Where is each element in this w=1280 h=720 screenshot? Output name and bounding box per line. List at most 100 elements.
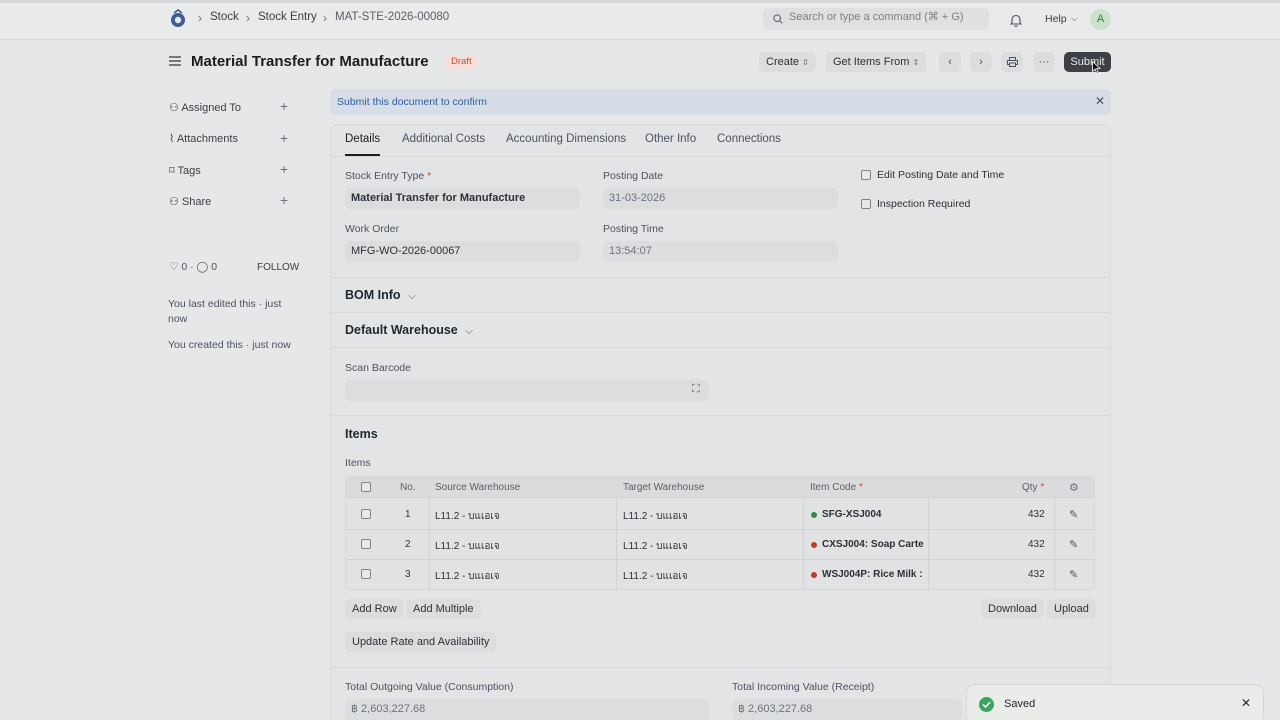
- navbar: [0, 0, 1280, 40]
- status-dot: [811, 572, 817, 578]
- status-badge: Draft: [446, 55, 477, 69]
- header-target-warehouse: Target Warehouse: [623, 482, 705, 493]
- app-logo-icon[interactable]: [168, 9, 188, 29]
- row-qty[interactable]: 432: [1028, 539, 1045, 550]
- row-checkbox[interactable]: [361, 569, 371, 579]
- inspection-required-label: Inspection Required: [877, 198, 971, 210]
- add-share-plus-icon[interactable]: +: [280, 192, 288, 208]
- row-source-warehouse[interactable]: L11.2 - บแเอเจ: [435, 539, 500, 554]
- edit-pencil-icon[interactable]: ✎: [1069, 538, 1078, 551]
- scan-barcode-field[interactable]: [345, 380, 709, 401]
- gear-icon[interactable]: ⚙: [1069, 481, 1079, 494]
- sort-icon: ⇕: [912, 58, 920, 67]
- next-doc-button[interactable]: ›: [970, 52, 992, 72]
- row-item-code[interactable]: WSJ004P: Rice Milk :: [822, 569, 925, 580]
- close-icon[interactable]: ✕: [1241, 696, 1251, 710]
- avatar[interactable]: A: [1090, 9, 1111, 30]
- tab-accounting-dimensions[interactable]: Accounting Dimensions: [506, 133, 626, 145]
- close-icon[interactable]: ✕: [1095, 94, 1105, 108]
- work-order-label: Work Order: [345, 223, 400, 235]
- download-button[interactable]: Download: [981, 599, 1044, 619]
- toast-message: Saved: [1004, 698, 1036, 710]
- sidebar-item-tags[interactable]: ⌑ Tags: [169, 164, 201, 177]
- add-attachment-plus-icon[interactable]: +: [280, 130, 288, 146]
- edit-pencil-icon[interactable]: ✎: [1069, 568, 1078, 581]
- help-menu[interactable]: Help: [1045, 13, 1067, 25]
- row-source-warehouse[interactable]: L11.2 - บแเอเจ: [435, 569, 500, 584]
- stock-entry-type-field[interactable]: Material Transfer for Manufacture: [345, 188, 580, 209]
- page-title: Material Transfer for Manufacture: [191, 53, 429, 70]
- get-items-from-button[interactable]: Get Items From ⇕: [826, 52, 927, 72]
- sidebar-item-share[interactable]: ⚇ Share: [169, 195, 211, 208]
- chevron-down-icon: ⌵: [408, 291, 416, 302]
- sidebar-item-assigned-to[interactable]: ⚇ Assigned To: [169, 101, 241, 114]
- comment-icon[interactable]: ◯: [197, 261, 209, 273]
- heart-icon[interactable]: ♡: [169, 261, 178, 273]
- breadcrumb-stock[interactable]: Stock: [210, 11, 239, 23]
- header-item-code: Item Code *: [810, 482, 863, 493]
- follow-button[interactable]: FOLLOW: [257, 262, 299, 273]
- hamburger-menu-icon[interactable]: [169, 55, 181, 70]
- row-item-code[interactable]: SFG-XSJ004: [822, 509, 881, 520]
- upload-button[interactable]: Upload: [1047, 599, 1096, 619]
- row-no: 3: [405, 569, 411, 580]
- search-bar[interactable]: [763, 8, 989, 30]
- create-button[interactable]: Create ⇕: [759, 52, 816, 72]
- select-all-checkbox[interactable]: [361, 482, 371, 492]
- row-qty[interactable]: 432: [1028, 509, 1045, 520]
- notification-bell-icon[interactable]: [1009, 14, 1023, 30]
- breadcrumb-document[interactable]: MAT-STE-2026-00080: [335, 11, 449, 23]
- section-divider: [331, 347, 1110, 348]
- sidebar-item-label: Tags: [177, 165, 201, 177]
- default-warehouse-section[interactable]: Default Warehouse ⌵: [345, 323, 473, 337]
- total-incoming-label: Total Incoming Value (Receipt): [732, 681, 875, 693]
- created-text: You created this · just now: [168, 339, 291, 351]
- posting-date-field[interactable]: 31-03-2026: [603, 188, 838, 209]
- posting-time-field[interactable]: 13:54:07: [603, 241, 838, 262]
- tab-details[interactable]: Details: [345, 133, 380, 145]
- sidebar-item-attachments[interactable]: ⌇ Attachments: [169, 132, 238, 145]
- tab-additional-costs[interactable]: Additional Costs: [402, 133, 485, 145]
- inspection-required-checkbox[interactable]: [861, 199, 871, 209]
- total-incoming-field[interactable]: ฿ 2,603,227.68: [732, 699, 962, 720]
- search-input[interactable]: [789, 11, 979, 23]
- printer-icon: [1006, 57, 1018, 67]
- add-assignee-plus-icon[interactable]: +: [280, 98, 288, 114]
- section-divider: [331, 312, 1110, 313]
- dot-separator: ·: [190, 261, 194, 273]
- bom-info-section[interactable]: BOM Info ⌵: [345, 288, 416, 302]
- row-target-warehouse[interactable]: L11.2 - บแเอเจ: [623, 509, 688, 524]
- tab-connections[interactable]: Connections: [717, 133, 781, 145]
- last-edited-text: You last edited this · just now: [168, 298, 282, 325]
- total-outgoing-field[interactable]: ฿ 2,603,227.68: [345, 699, 709, 720]
- scan-barcode-label: Scan Barcode: [345, 362, 411, 374]
- row-checkbox[interactable]: [361, 539, 371, 549]
- like-count: 0: [181, 261, 188, 273]
- print-button[interactable]: [1001, 52, 1023, 72]
- create-button-label: Create: [766, 56, 800, 68]
- tab-other-info[interactable]: Other Info: [645, 133, 696, 145]
- add-row-button[interactable]: Add Row: [345, 599, 404, 619]
- edit-posting-checkbox[interactable]: [861, 170, 871, 180]
- barcode-scan-icon[interactable]: ⛶: [692, 383, 700, 396]
- submit-button[interactable]: Submit: [1064, 52, 1111, 72]
- row-target-warehouse[interactable]: L11.2 - บแเอเจ: [623, 539, 688, 554]
- edit-pencil-icon[interactable]: ✎: [1069, 508, 1078, 521]
- row-qty[interactable]: 432: [1028, 569, 1045, 580]
- row-target-warehouse[interactable]: L11.2 - บแเอเจ: [623, 569, 688, 584]
- update-rate-button[interactable]: Update Rate and Availability: [345, 632, 497, 652]
- breadcrumb-stock-entry[interactable]: Stock Entry: [258, 11, 317, 23]
- get-items-from-label: Get Items From: [833, 56, 910, 68]
- breadcrumb-separator-icon: ›: [198, 11, 202, 25]
- add-tag-plus-icon[interactable]: +: [280, 161, 288, 177]
- sidebar-item-label: Assigned To: [181, 102, 242, 114]
- row-item-code[interactable]: CXSJ004: Soap Carte: [822, 539, 925, 550]
- work-order-field[interactable]: MFG-WO-2026-00067: [345, 241, 580, 262]
- column-divider: [928, 499, 929, 590]
- row-checkbox[interactable]: [361, 509, 371, 519]
- row-no: 1: [405, 509, 411, 520]
- row-source-warehouse[interactable]: L11.2 - บแเอเจ: [435, 509, 500, 524]
- add-multiple-button[interactable]: Add Multiple: [406, 599, 481, 619]
- more-actions-button[interactable]: ···: [1033, 52, 1055, 72]
- previous-doc-button[interactable]: ‹: [939, 52, 961, 72]
